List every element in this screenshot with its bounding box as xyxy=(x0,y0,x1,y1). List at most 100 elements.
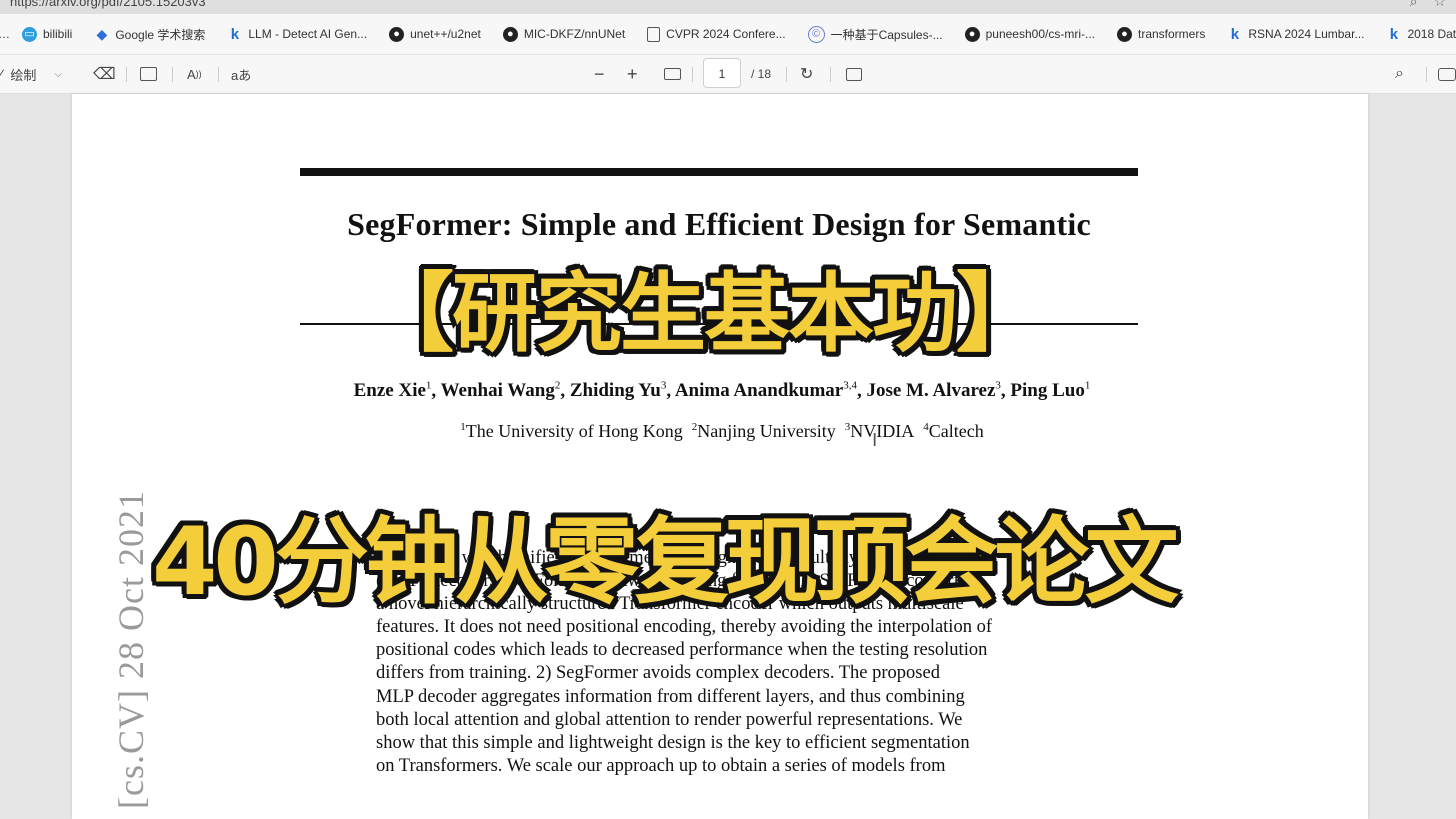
bookmark-item[interactable]: ● unet++/u2net xyxy=(389,26,481,42)
toolbar-divider xyxy=(218,67,219,82)
github-icon: ● xyxy=(964,26,980,42)
translate-button[interactable]: aあ xyxy=(231,55,251,93)
draw-button[interactable]: ⁄ 绘制 ⌵ xyxy=(0,55,62,93)
toolbar-divider xyxy=(692,67,693,82)
print-button[interactable] xyxy=(1438,55,1456,93)
bookmark-item[interactable]: ● puneesh00/cs-mri-... xyxy=(964,26,1095,42)
overlay-title-line-1: 【研究生基本功】 xyxy=(368,264,1042,364)
reading-view-button[interactable] xyxy=(140,55,157,93)
toolbar-divider xyxy=(830,67,831,82)
bookmark-label: CVPR 2024 Confere... xyxy=(666,27,786,41)
bookmark-item[interactable]: CVPR 2024 Confere... xyxy=(647,26,786,42)
bookmark-label: LLM - Detect AI Gen... xyxy=(248,27,368,41)
google-icon: ◆ xyxy=(96,25,108,42)
document-icon xyxy=(647,26,661,42)
paper-title: SegFormer: Simple and Efficient Design f… xyxy=(347,206,1091,242)
cnki-icon: © xyxy=(807,25,825,43)
affiliation: 3NVIDIA xyxy=(844,421,915,441)
abstract-line: show that this simple and lightweight de… xyxy=(376,732,970,753)
print-icon xyxy=(1438,67,1456,81)
affiliation: 4Caltech xyxy=(923,421,984,441)
author-name: Anima Anandkumar3,4 xyxy=(674,380,857,402)
bookmark-label: bilibili xyxy=(43,27,73,41)
zoom-in-button[interactable]: + xyxy=(627,55,638,93)
bookmark-label: RSNA 2024 Lumbar... xyxy=(1248,27,1365,41)
bookmark-label: puneesh00/cs-mri-... xyxy=(985,27,1095,41)
bilibili-icon: ▭ xyxy=(22,26,37,42)
bookmark-item[interactable]: ◆ Google 学术搜索 xyxy=(94,26,205,43)
author-name: Enze Xie1 xyxy=(353,380,432,402)
fit-page-button[interactable] xyxy=(664,55,681,93)
bookmarks-bar: … ▭ bilibili ◆ Google 学术搜索 k LLM - Detect AI … xyxy=(0,14,1456,55)
bookmark-label: MIC-DKFZ/nnUNet xyxy=(523,27,626,41)
page-number-input[interactable]: 1 xyxy=(703,58,741,88)
affiliation: 1The University of Hong Kong xyxy=(460,421,683,441)
draw-label: 绘制 xyxy=(10,67,37,83)
fit-width-icon xyxy=(664,68,681,80)
chevron-down-icon[interactable]: ⌵ xyxy=(54,69,62,80)
kaggle-icon: k xyxy=(1230,25,1240,43)
search-icon: ⌕ xyxy=(1395,65,1404,82)
abstract-line: positional codes which leads to decrease… xyxy=(376,640,988,661)
title-top-rule xyxy=(300,168,1138,176)
bookmark-label: unet++/u2net xyxy=(410,27,481,41)
zoom-out-button[interactable]: − xyxy=(594,55,605,93)
plus-icon: + xyxy=(627,63,638,84)
rotate-button[interactable]: ↻ xyxy=(800,55,813,93)
bookmark-item[interactable]: k 2018 Data xyxy=(1386,27,1456,42)
bookmark-item[interactable]: ● transformers xyxy=(1117,26,1206,42)
url-text[interactable]: https://arxiv.org/pdf/2105.15203v3 xyxy=(10,0,206,9)
bookmark-item[interactable]: © 一种基于Capsules-... xyxy=(807,25,943,43)
github-icon: ● xyxy=(502,26,518,42)
page-view-button[interactable] xyxy=(846,55,862,93)
pen-icon: ⁄ xyxy=(0,66,3,82)
github-icon: ● xyxy=(389,26,405,42)
author-name: Zhiding Yu3 xyxy=(569,380,667,402)
eraser-button[interactable]: ⌫ xyxy=(93,55,116,93)
author-name: Ping Luo1 xyxy=(1010,380,1091,402)
affiliation-list: 1The University of Hong Kong 2Nanjing Un… xyxy=(272,421,1172,442)
total-pages: / 18 xyxy=(751,67,772,81)
overlay-title-line-2: 40分钟从零复现顶会论文 xyxy=(152,508,1179,617)
search-button[interactable]: ⌕ xyxy=(1395,55,1404,93)
abstract-line: MLP decoder aggregates information from … xyxy=(376,686,965,707)
abstract-line: both local attention and global attentio… xyxy=(376,709,963,730)
bookmark-item[interactable]: ▭ bilibili xyxy=(22,26,73,42)
bookmark-label: 2018 Data xyxy=(1407,27,1456,41)
toolbar-divider xyxy=(1426,67,1427,82)
read-aloud-button[interactable]: A )) xyxy=(187,55,202,93)
bookmark-label: Google 学术搜索 xyxy=(115,27,206,42)
toolbar-divider xyxy=(786,67,787,82)
zoom-icon[interactable]: ⌕ xyxy=(1410,0,1418,9)
abstract-line: on Transformers. We scale our approach u… xyxy=(376,755,946,776)
pdf-toolbar: ⁄ 绘制 ⌵ ⌫ A )) aあ − + 1 / 18 ↻ ⌕ xyxy=(0,55,1456,94)
read-aloud-label: A xyxy=(187,66,196,82)
toolbar-divider xyxy=(126,67,127,82)
minus-icon: − xyxy=(594,63,605,84)
github-icon: ● xyxy=(1117,26,1132,42)
abstract-line: differs from training. 2) SegFormer avoi… xyxy=(376,663,940,684)
toolbar-divider xyxy=(172,67,173,82)
address-bar[interactable]: https://arxiv.org/pdf/2105.15203v3 ⌕ ☆ xyxy=(0,0,1456,14)
two-page-icon xyxy=(846,67,862,81)
kaggle-icon: k xyxy=(1389,25,1399,43)
bookmark-overflow[interactable]: … xyxy=(0,27,10,41)
book-icon xyxy=(140,67,157,81)
translate-label: aあ xyxy=(231,67,252,83)
text-cursor-icon: I xyxy=(872,430,878,451)
bookmark-label: 一种基于Capsules-... xyxy=(830,27,943,42)
bookmark-item[interactable]: ● MIC-DKFZ/nnUNet xyxy=(502,26,626,42)
bookmark-item[interactable]: k LLM - Detect AI Gen... xyxy=(227,27,367,42)
kaggle-icon: k xyxy=(230,25,240,43)
pdf-page: SegFormer: Simple and Efficient Design f… xyxy=(72,94,1368,819)
eraser-icon: ⌫ xyxy=(93,66,116,83)
author-list: Enze Xie1, Wenhai Wang2, Zhiding Yu3, An… xyxy=(353,380,1091,402)
rotate-icon: ↻ xyxy=(800,66,814,83)
bookmark-label: transformers xyxy=(1138,27,1206,41)
viewer-scroll-area[interactable] xyxy=(1368,94,1456,819)
bookmark-item[interactable]: k RSNA 2024 Lumbar... xyxy=(1227,25,1365,43)
favorite-star-icon[interactable]: ☆ xyxy=(1433,0,1446,9)
arxiv-stamp: [cs.CV] 28 Oct 2021 xyxy=(111,490,151,809)
author-name: Wenhai Wang2 xyxy=(440,380,561,402)
speaker-icon: )) xyxy=(195,69,202,79)
